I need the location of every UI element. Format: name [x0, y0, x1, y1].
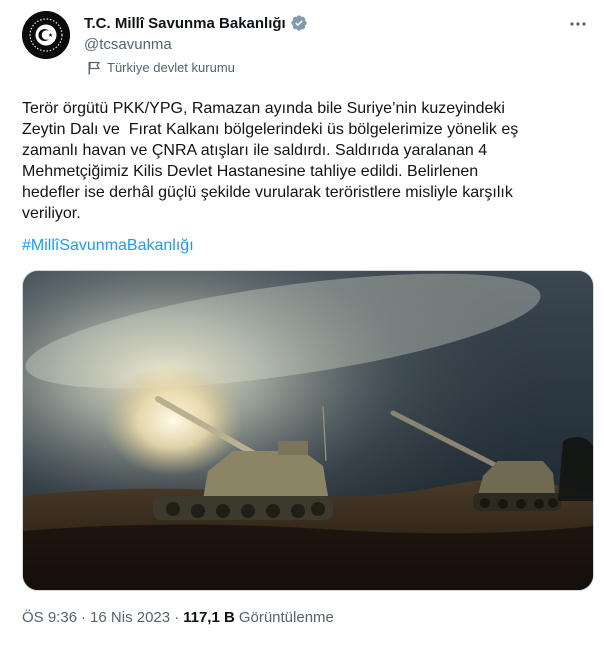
meta-separator: · [81, 609, 87, 626]
display-name[interactable]: T.C. Millî Savunma Bakanlığı [84, 15, 286, 32]
government-flag-icon [87, 61, 101, 75]
views-label: Görüntülenme [238, 609, 334, 626]
tweet-card: T.C. Millî Savunma Bakanlığı @tcsavunma … [0, 0, 604, 660]
meta-separator: · [174, 609, 180, 626]
tweet-time[interactable]: ÖS 9:36 [22, 609, 77, 626]
verified-badge-icon [290, 14, 308, 32]
ministry-emblem-logo [22, 11, 70, 59]
affiliation-text: Türkiye devlet kurumu [107, 60, 235, 75]
name-row: T.C. Millî Savunma Bakanlığı [84, 14, 308, 32]
affiliation-label: Türkiye devlet kurumu [87, 60, 235, 75]
tweet-date[interactable]: 16 Nis 2023 [90, 609, 170, 626]
more-dots-icon[interactable] [568, 14, 588, 34]
handle[interactable]: @tcsavunma [84, 36, 172, 53]
tweet-text: Terör örgütü PKK/YPG, Ramazan ayında bil… [22, 100, 519, 222]
artillery-night-photo [23, 271, 593, 590]
tweet-photo[interactable] [22, 270, 594, 591]
tweet-meta: ÖS 9:36 · 16 Nis 2023 · 117,1 B Görüntül… [22, 609, 334, 626]
avatar[interactable] [22, 11, 70, 59]
views-count: 117,1 B [183, 609, 235, 626]
hashtag-link[interactable]: #MillîSavunmaBakanlığı [22, 237, 194, 255]
